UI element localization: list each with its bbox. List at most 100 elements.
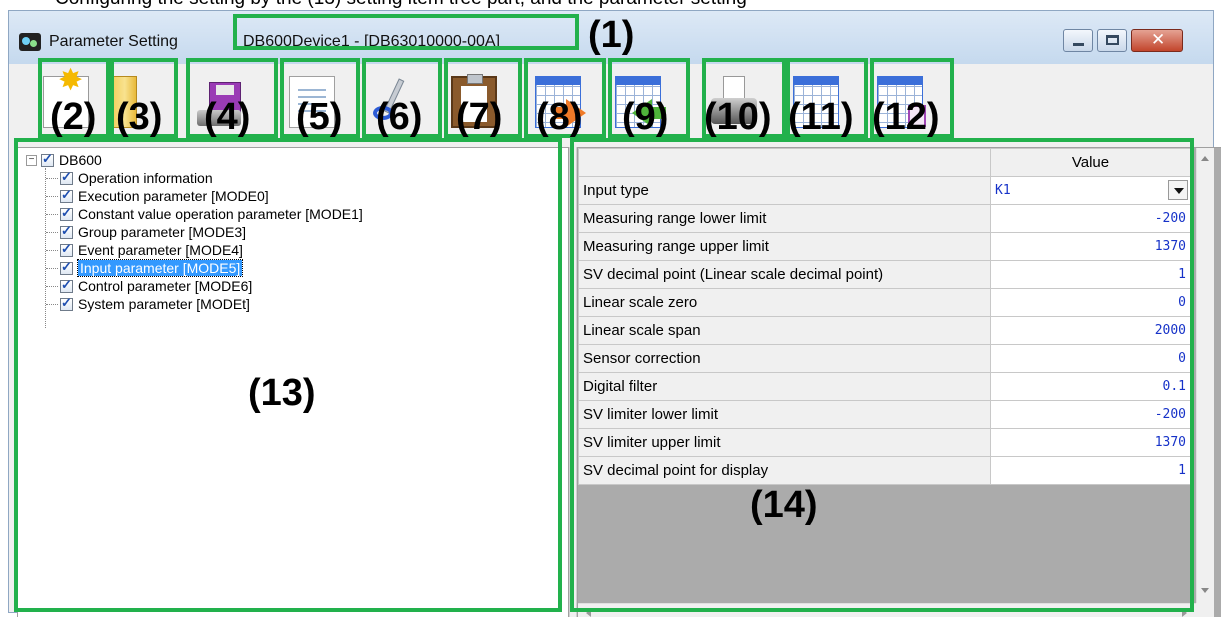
- tree-item-mode5[interactable]: Input parameter [MODE5]: [60, 259, 244, 277]
- tree-root-label: DB600: [59, 152, 102, 168]
- tree-item-operation-information[interactable]: Operation information: [60, 169, 213, 187]
- table-row: SV decimal point (Linear scale decimal p…: [578, 260, 1191, 289]
- checkbox[interactable]: [60, 205, 73, 221]
- dropdown-arrow-icon[interactable]: [1168, 180, 1188, 200]
- parameter-table: Value Input type K1 Measuring range lowe…: [578, 148, 1191, 485]
- vertical-scrollbar[interactable]: [1196, 148, 1214, 603]
- checkbox[interactable]: [60, 241, 73, 257]
- callout-11: (11): [788, 96, 854, 138]
- checkbox[interactable]: [60, 187, 73, 203]
- callout-14: (14): [750, 484, 818, 526]
- tree-item-label: Control parameter [MODE6]: [78, 278, 253, 294]
- tree-item-label: Execution parameter [MODE0]: [78, 188, 269, 204]
- cropped-caption: Configuring the setting by the (13) sett…: [0, 0, 1221, 10]
- callout-5: (5): [296, 96, 343, 138]
- table-row: Linear scale zero 0: [578, 288, 1191, 317]
- callout-13: (13): [248, 372, 316, 414]
- tree-item-mode4[interactable]: Event parameter [MODE4]: [60, 241, 243, 259]
- table-row: SV limiter upper limit 1370: [578, 428, 1191, 457]
- param-name: Measuring range lower limit: [578, 204, 991, 233]
- value-header: Value: [990, 148, 1191, 177]
- tree-item-label: Group parameter [MODE3]: [78, 224, 247, 240]
- param-name: Digital filter: [578, 372, 991, 401]
- table-row: Sensor correction 0: [578, 344, 1191, 373]
- tree-item-label: Constant value operation parameter [MODE…: [78, 206, 363, 222]
- callout-7: (7): [456, 96, 503, 138]
- tree-item-mode1[interactable]: Constant value operation parameter [MODE…: [60, 205, 363, 223]
- tree-item-mode6[interactable]: Control parameter [MODE6]: [60, 277, 252, 295]
- table-row: Digital filter 0.1: [578, 372, 1191, 401]
- callout-8: (8): [536, 96, 583, 138]
- param-name: SV decimal point for display: [578, 456, 991, 485]
- param-value[interactable]: 1: [990, 456, 1191, 485]
- param-value[interactable]: 2000: [990, 316, 1191, 345]
- table-row: Measuring range upper limit 1370: [578, 232, 1191, 261]
- scroll-down-icon[interactable]: [1201, 588, 1209, 593]
- tree-item-mode0[interactable]: Execution parameter [MODE0]: [60, 187, 269, 205]
- callout-1: (1): [588, 14, 635, 56]
- checkbox[interactable]: [60, 259, 73, 275]
- table-row: Linear scale span 2000: [578, 316, 1191, 345]
- tree-item-label-selected: Input parameter [MODE5]: [76, 259, 244, 277]
- tree-item-mode3[interactable]: Group parameter [MODE3]: [60, 223, 246, 241]
- horizontal-scrollbar[interactable]: [578, 603, 1196, 617]
- param-value[interactable]: 0.1: [990, 372, 1191, 401]
- toolbar: [9, 63, 1213, 146]
- header-row: Value: [578, 148, 1191, 177]
- name-header: [578, 148, 991, 177]
- close-icon: ✕: [1151, 30, 1166, 50]
- close-button[interactable]: ✕: [1131, 29, 1183, 52]
- input-type-select[interactable]: K1: [990, 176, 1191, 205]
- param-value[interactable]: 0: [990, 344, 1191, 373]
- param-value[interactable]: -200: [990, 400, 1191, 429]
- app-icon: [19, 33, 41, 51]
- param-value: K1: [995, 183, 1011, 198]
- param-name: Linear scale zero: [578, 288, 991, 317]
- panel-splitter[interactable]: [569, 147, 577, 617]
- collapse-icon[interactable]: −: [26, 154, 37, 166]
- checkbox[interactable]: [60, 169, 73, 185]
- param-name: SV limiter upper limit: [578, 428, 991, 457]
- table-row: SV limiter lower limit -200: [578, 400, 1191, 429]
- table-row: SV decimal point for display 1: [578, 456, 1191, 485]
- checkbox-root[interactable]: [41, 151, 54, 167]
- param-value[interactable]: 1370: [990, 428, 1191, 457]
- minimize-button[interactable]: [1063, 29, 1093, 52]
- parameter-grid: Value Input type K1 Measuring range lowe…: [577, 147, 1221, 617]
- checkbox[interactable]: [60, 223, 73, 239]
- checkbox[interactable]: [60, 295, 73, 311]
- cropped-caption-text: Configuring the setting by the (13) sett…: [55, 0, 747, 10]
- scroll-up-icon[interactable]: [1201, 156, 1209, 161]
- checkbox[interactable]: [60, 277, 73, 293]
- param-name: SV limiter lower limit: [578, 400, 991, 429]
- tree-item-label: Operation information: [78, 170, 213, 186]
- minimize-icon: [1073, 43, 1084, 46]
- maximize-icon: [1106, 35, 1119, 45]
- table-row: Measuring range lower limit -200: [578, 204, 1191, 233]
- callout-12: (12): [872, 96, 940, 138]
- callout-10: (10): [704, 96, 772, 138]
- app-title: Parameter Setting: [49, 33, 178, 50]
- resize-grip-icon[interactable]: [1196, 603, 1214, 617]
- param-value[interactable]: -200: [990, 204, 1191, 233]
- tree-root[interactable]: − DB600: [26, 151, 102, 169]
- callout-4: (4): [204, 96, 251, 138]
- device-title: DB600Device1 - [DB63010000-00A]: [243, 33, 501, 50]
- table-row: Input type K1: [578, 176, 1191, 205]
- param-value[interactable]: 0: [990, 288, 1191, 317]
- maximize-button[interactable]: [1097, 29, 1127, 52]
- parameter-setting-window: Parameter Setting DB600Device1 - [DB6301…: [8, 10, 1221, 617]
- param-name: Linear scale span: [578, 316, 991, 345]
- callout-9: (9): [622, 96, 669, 138]
- callout-2: (2): [50, 96, 97, 138]
- scroll-left-icon[interactable]: [586, 609, 591, 617]
- scroll-right-icon[interactable]: [1182, 609, 1187, 617]
- tree-item-modet[interactable]: System parameter [MODEt]: [60, 295, 250, 313]
- tree-item-label: Event parameter [MODE4]: [78, 242, 243, 258]
- param-value[interactable]: 1: [990, 260, 1191, 289]
- param-value[interactable]: 1370: [990, 232, 1191, 261]
- param-name: Input type: [578, 176, 991, 205]
- param-name: Sensor correction: [578, 344, 991, 373]
- tree-item-label: System parameter [MODEt]: [78, 296, 250, 312]
- param-name: SV decimal point (Linear scale decimal p…: [578, 260, 991, 289]
